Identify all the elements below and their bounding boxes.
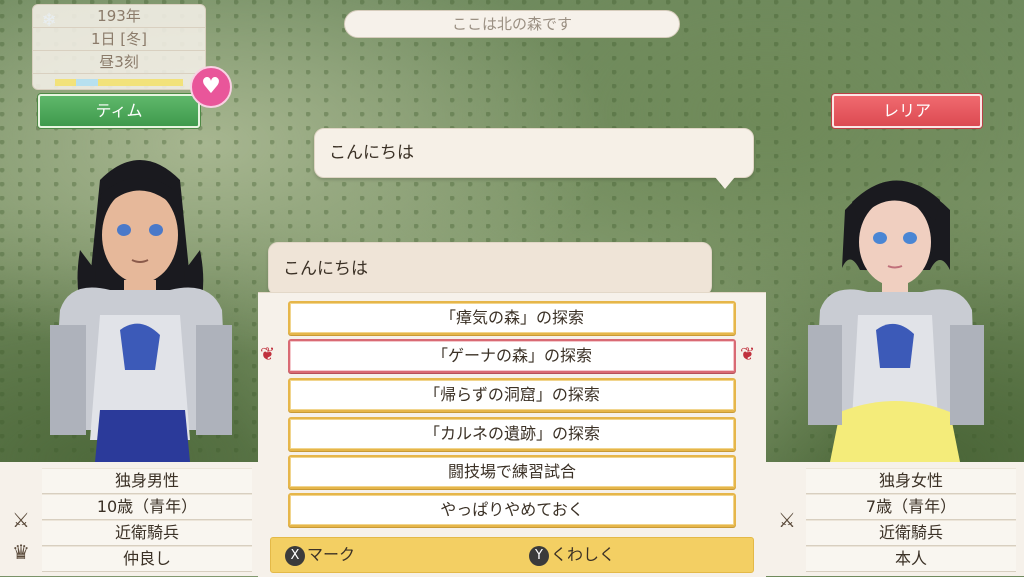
selection-ornament-right-icon: ❦: [740, 344, 756, 365]
age: 7歳（青年）: [806, 494, 1016, 520]
location-banner: ここは北の森です: [344, 10, 680, 38]
heart-icon[interactable]: ♥: [190, 66, 232, 108]
choice-menu: 「瘴気の森」の探索 ❦ 「ゲーナの森」の探索 ❦ 「帰らずの洞窟」の探索 「カル…: [258, 292, 766, 577]
mark-hint[interactable]: X マーク: [285, 544, 355, 566]
mark-hint-label: マーク: [307, 545, 356, 564]
left-character-portrait: [40, 140, 240, 462]
right-character-portrait: [800, 150, 990, 462]
time-of-day-label: 昼3刻: [33, 51, 205, 74]
x-button-icon: X: [285, 545, 305, 566]
crown-icon: ♛: [12, 540, 30, 564]
time-progress-bar: [55, 79, 183, 86]
relationship: 本人: [806, 546, 1016, 572]
choice-option[interactable]: 闘技場で練習試合: [288, 455, 736, 489]
detail-hint-label: くわしく: [551, 545, 616, 564]
selection-ornament-left-icon: ❦: [260, 344, 276, 365]
right-character-stats: 独身女性 7歳（青年） ⚔ 近衛騎兵 本人: [766, 462, 1024, 576]
day-season-label: 1日 [冬]: [33, 28, 205, 51]
marital-status: 独身男性: [42, 468, 252, 494]
choice-option[interactable]: 「瘴気の森」の探索: [288, 301, 736, 335]
choice-option[interactable]: 「帰らずの洞窟」の探索: [288, 378, 736, 412]
age: 10歳（青年）: [42, 494, 252, 520]
crossed-swords-icon: ⚔: [778, 508, 796, 532]
button-hint-bar: X マーク Y くわしく: [270, 537, 754, 573]
marital-status: 独身女性: [806, 468, 1016, 494]
relationship: 仲良し: [42, 546, 252, 572]
left-character-stats: 独身男性 10歳（青年） ⚔ 近衛騎兵 ♛ 仲良し: [0, 462, 258, 576]
left-character-nameplate: ティム: [38, 94, 200, 128]
snowflake-icon: ❄: [41, 10, 57, 31]
occupation: 近衛騎兵: [42, 520, 252, 546]
choice-option[interactable]: やっぱりやめておく: [288, 493, 736, 527]
crossed-swords-icon: ⚔: [12, 508, 30, 532]
date-time-panel: ❄ 193年 1日 [冬] 昼3刻: [32, 4, 206, 90]
choice-option[interactable]: 「カルネの遺跡」の探索: [288, 417, 736, 451]
left-speech-bubble: こんにちは: [268, 242, 712, 307]
detail-hint[interactable]: Y くわしく: [529, 544, 615, 566]
right-speech-bubble: こんにちは: [314, 128, 754, 189]
occupation: 近衛騎兵: [806, 520, 1016, 546]
y-button-icon: Y: [529, 545, 549, 566]
choice-option-selected[interactable]: 「ゲーナの森」の探索: [288, 339, 736, 373]
right-character-nameplate: レリア: [832, 94, 982, 128]
